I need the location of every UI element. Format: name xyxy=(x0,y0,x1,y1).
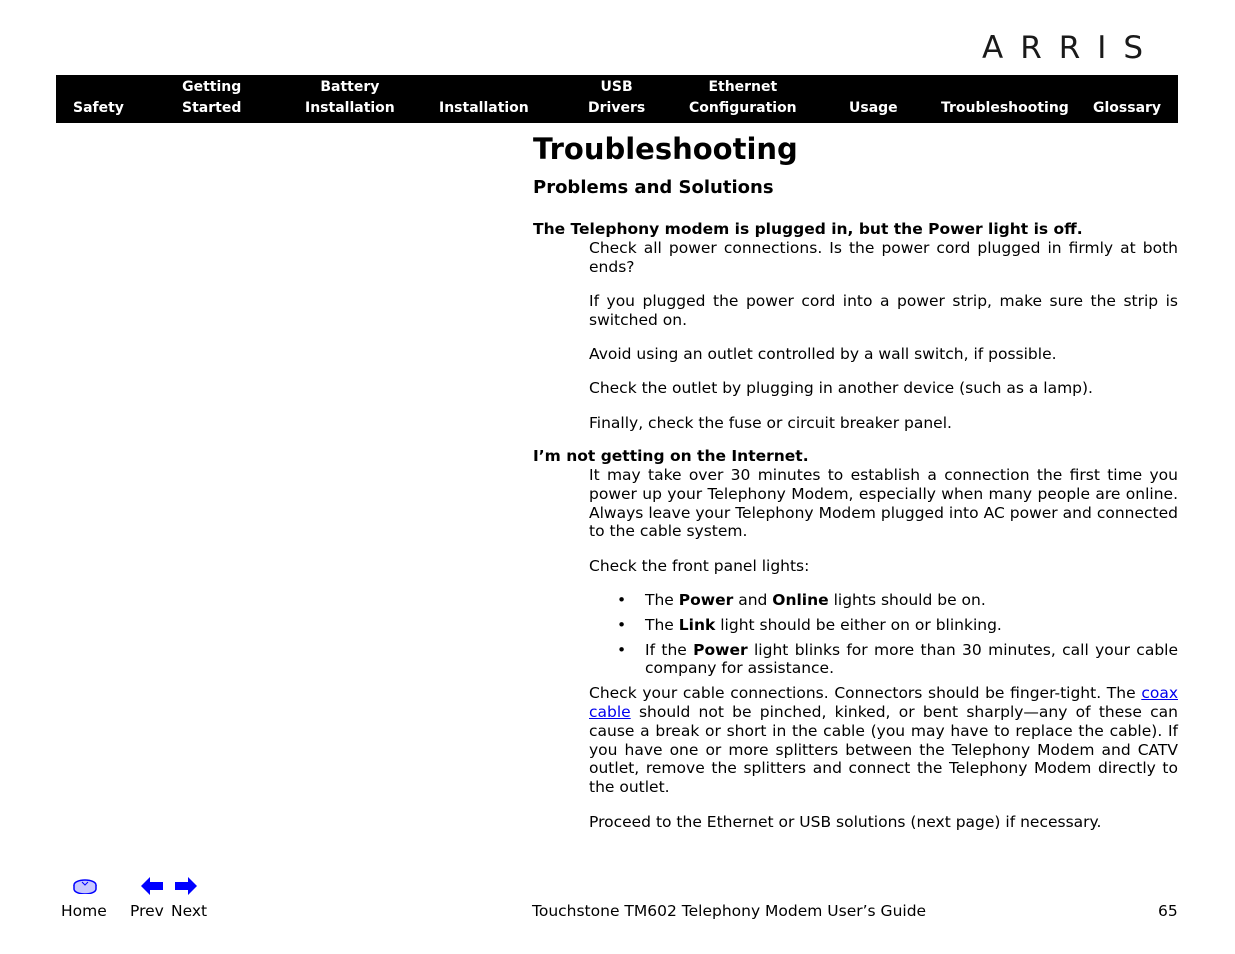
paragraph: Finally, check the fuse or circuit break… xyxy=(589,413,952,432)
nav-battery-installation[interactable]: Battery Installation xyxy=(305,77,395,119)
home-link[interactable]: Home xyxy=(61,902,107,920)
paragraph: Avoid using an outlet controlled by a wa… xyxy=(589,345,1057,364)
nav-safety[interactable]: Safety xyxy=(73,98,124,119)
content: Troubleshooting Problems and Solutions T… xyxy=(533,130,1178,847)
solution: Check all power connections. Is the powe… xyxy=(589,239,1178,433)
lights-list: The Power and Online lights should be on… xyxy=(589,591,1178,678)
nav-bar: Safety Getting Started Battery Installat… xyxy=(56,75,1178,123)
problem-heading: I’m not getting on the Internet. xyxy=(533,447,809,466)
next-link[interactable]: Next xyxy=(171,902,207,920)
nav-getting-started[interactable]: Getting Started xyxy=(182,77,241,119)
arris-logo: ARRIS xyxy=(982,30,1161,66)
paragraph: Check the front panel lights: xyxy=(589,556,810,575)
prev-arrow-icon[interactable] xyxy=(141,877,163,899)
guide-title: Touchstone TM602 Telephony Modem User’s … xyxy=(532,902,927,920)
list-item: The Link light should be either on or bl… xyxy=(589,616,1178,635)
solution: It may take over 30 minutes to establish… xyxy=(589,466,1178,831)
paragraph: Proceed to the Ethernet or USB solutions… xyxy=(589,812,1102,831)
paragraph: If you plugged the power cord into a pow… xyxy=(589,292,1178,329)
nav-usb-drivers[interactable]: USB Drivers xyxy=(588,77,645,119)
next-arrow-icon[interactable] xyxy=(175,877,197,899)
list-item: The Power and Online lights should be on… xyxy=(589,591,1178,610)
paragraph: It may take over 30 minutes to establish… xyxy=(589,466,1178,541)
page-title: Troubleshooting xyxy=(533,132,798,166)
paragraph: Check your cable connections. Connectors… xyxy=(589,684,1178,797)
paragraph: Check all power connections. Is the powe… xyxy=(589,239,1178,276)
list-item: If the Power light blinks for more than … xyxy=(589,641,1178,679)
home-icon[interactable] xyxy=(72,878,98,898)
page-number: 65 xyxy=(1158,902,1178,920)
page: ARRIS Safety Getting Started Battery Ins… xyxy=(0,0,1235,954)
section-title: Problems and Solutions xyxy=(533,177,774,198)
nav-usage[interactable]: Usage xyxy=(849,98,898,119)
prev-link[interactable]: Prev xyxy=(130,902,164,920)
problem-heading: The Telephony modem is plugged in, but t… xyxy=(533,220,1083,238)
nav-installation[interactable]: Installation xyxy=(439,98,529,119)
paragraph: Check the outlet by plugging in another … xyxy=(589,379,1093,398)
nav-ethernet-configuration[interactable]: Ethernet Configuration xyxy=(689,77,797,119)
nav-troubleshooting[interactable]: Troubleshooting xyxy=(941,98,1069,119)
nav-glossary[interactable]: Glossary xyxy=(1093,98,1161,119)
